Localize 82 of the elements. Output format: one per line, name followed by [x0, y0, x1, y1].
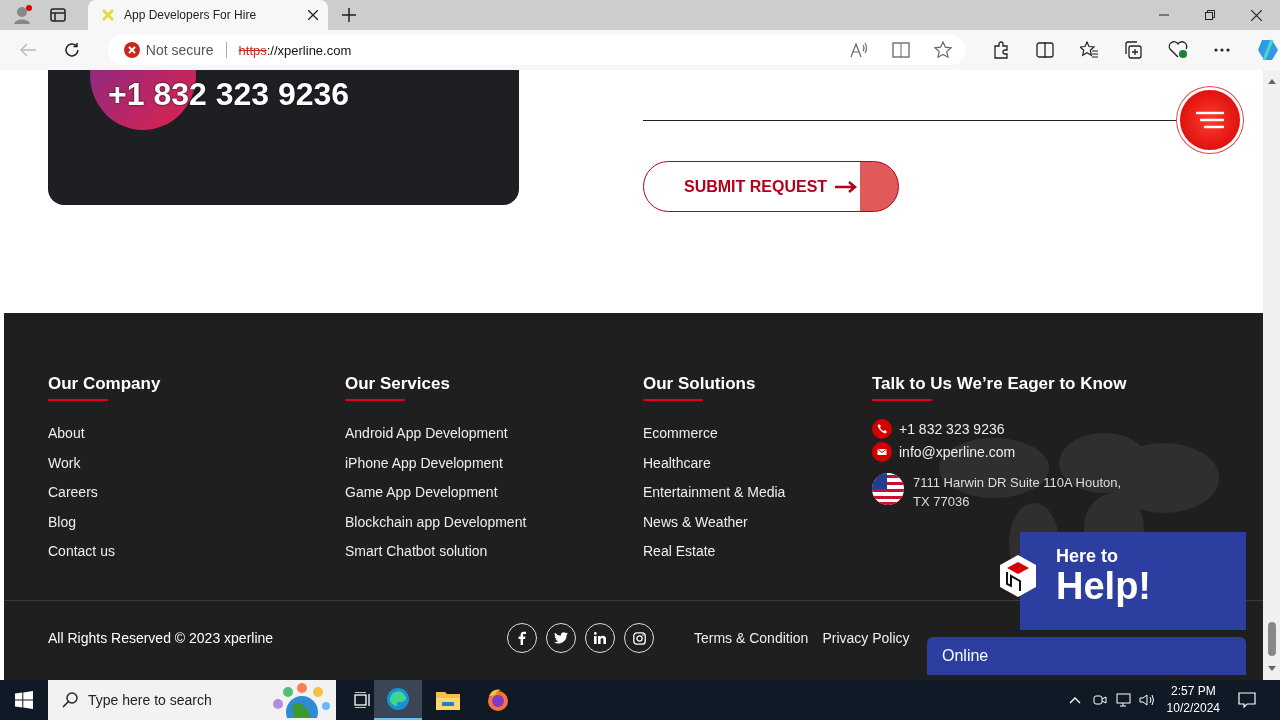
- chevron-up-icon[interactable]: [1068, 696, 1081, 704]
- favorites-icon[interactable]: [1080, 41, 1098, 59]
- footer-link[interactable]: About: [48, 419, 345, 449]
- footer-link[interactable]: Blog: [48, 507, 345, 537]
- notifications-icon[interactable]: [1238, 692, 1256, 708]
- read-aloud-icon[interactable]: [850, 42, 868, 58]
- scrollbar-thumb[interactable]: [1267, 622, 1276, 656]
- security-status[interactable]: Not secure: [145, 42, 214, 58]
- health-icon[interactable]: [1168, 41, 1188, 59]
- footer-link[interactable]: iPhone App Development: [345, 448, 643, 478]
- close-icon[interactable]: [1251, 9, 1262, 21]
- split-screen-icon[interactable]: [1036, 41, 1054, 59]
- volume-icon[interactable]: [1138, 693, 1155, 707]
- chat-widget-subtitle: Here to: [1056, 546, 1119, 566]
- bird-icon: [554, 632, 568, 644]
- scroll-down-icon[interactable]: [1267, 666, 1276, 672]
- clock-date[interactable]: 10/2/2024: [1166, 700, 1220, 717]
- tab-actions-icon[interactable]: [50, 7, 66, 23]
- profile-icon[interactable]: [12, 4, 34, 26]
- footer-link[interactable]: Privacy Policy: [822, 630, 910, 646]
- address-text: 7111 Harwin DR Suite 110A Houton, TX 77036: [913, 474, 1123, 511]
- search-icon: [62, 692, 78, 708]
- network-icon[interactable]: [1114, 693, 1131, 707]
- restore-icon[interactable]: [1205, 10, 1215, 20]
- favorite-star-icon[interactable]: [934, 41, 952, 59]
- footer-link[interactable]: Work: [48, 448, 345, 478]
- footer-link[interactable]: News & Weather: [643, 507, 872, 537]
- chat-widget-title: Help!: [1056, 566, 1152, 606]
- footer-link[interactable]: Smart Chatbot solution: [345, 537, 643, 567]
- cube-icon: [998, 554, 1038, 598]
- windows-start-icon[interactable]: [15, 691, 33, 709]
- reader-icon[interactable]: [892, 42, 910, 58]
- taskbar-search-field[interactable]: Type here to search: [48, 680, 336, 720]
- footer-link[interactable]: Healthcare: [643, 448, 872, 478]
- extensions-icon[interactable]: [992, 41, 1010, 59]
- column-heading: Our Services: [345, 373, 451, 395]
- tab-title: App Developers For Hire: [124, 8, 258, 22]
- menu-button[interactable]: [1180, 90, 1240, 150]
- arrow-icon: [835, 180, 858, 193]
- copyright-text: All Rights Reserved © 2023 xperline: [48, 630, 275, 646]
- copilot-icon[interactable]: [1256, 38, 1280, 62]
- footer-link[interactable]: Android App Development: [345, 419, 643, 449]
- facebook-icon: [518, 631, 526, 645]
- phone-icon: [872, 418, 892, 439]
- instagram-icon: [632, 631, 646, 645]
- flag-icon: [872, 473, 904, 505]
- close-icon[interactable]: [308, 10, 318, 20]
- footer-link[interactable]: Blockchain app Development: [345, 507, 643, 537]
- footer-link[interactable]: Ecommerce: [643, 419, 872, 449]
- footer-link[interactable]: Game App Development: [345, 478, 643, 508]
- column-heading: Our Company: [48, 373, 162, 395]
- email-icon: [872, 441, 892, 462]
- footer-link[interactable]: Contact us: [48, 537, 345, 567]
- camera-icon[interactable]: [1092, 693, 1107, 707]
- menu-icon: [1195, 111, 1225, 129]
- url-text: https://xperline.com: [238, 42, 352, 58]
- footer-link[interactable]: Real Estate: [643, 537, 872, 567]
- collections-icon[interactable]: [1124, 41, 1142, 59]
- chat-status-bar[interactable]: Online: [927, 637, 1246, 675]
- refresh-icon[interactable]: [63, 42, 80, 58]
- edge-icon: [386, 687, 410, 711]
- footer-link[interactable]: Entertainment & Media: [643, 478, 872, 508]
- submit-button[interactable]: SUBMIT REQUEST: [643, 161, 899, 212]
- footer-link[interactable]: Terms & Condition: [694, 630, 809, 646]
- task-view-icon[interactable]: [354, 692, 372, 708]
- phone-link[interactable]: +1 832 323 9236: [899, 420, 1005, 437]
- clock-time[interactable]: 2:57 PM: [1170, 683, 1216, 700]
- browser-tab[interactable]: App Developers For Hire: [88, 0, 328, 30]
- new-tab-icon[interactable]: [342, 8, 356, 22]
- column-heading: Talk to Us We’re Eager to Know: [872, 373, 1128, 395]
- site-favicon-icon: [102, 9, 114, 21]
- folder-icon: [436, 690, 460, 710]
- email-link[interactable]: info@xperline.com: [899, 443, 1016, 460]
- chat-widget[interactable]: Here to Help!: [1020, 532, 1246, 630]
- warning-icon: [123, 42, 140, 58]
- scroll-up-icon[interactable]: [1267, 78, 1276, 84]
- more-icon[interactable]: [1214, 48, 1230, 52]
- address-field[interactable]: Not secure https://xperline.com: [107, 35, 966, 65]
- column-heading: Our Solutions: [643, 373, 757, 395]
- firefox-icon: [486, 688, 510, 712]
- linkedin-icon: [594, 632, 606, 644]
- footer-link[interactable]: Careers: [48, 478, 345, 508]
